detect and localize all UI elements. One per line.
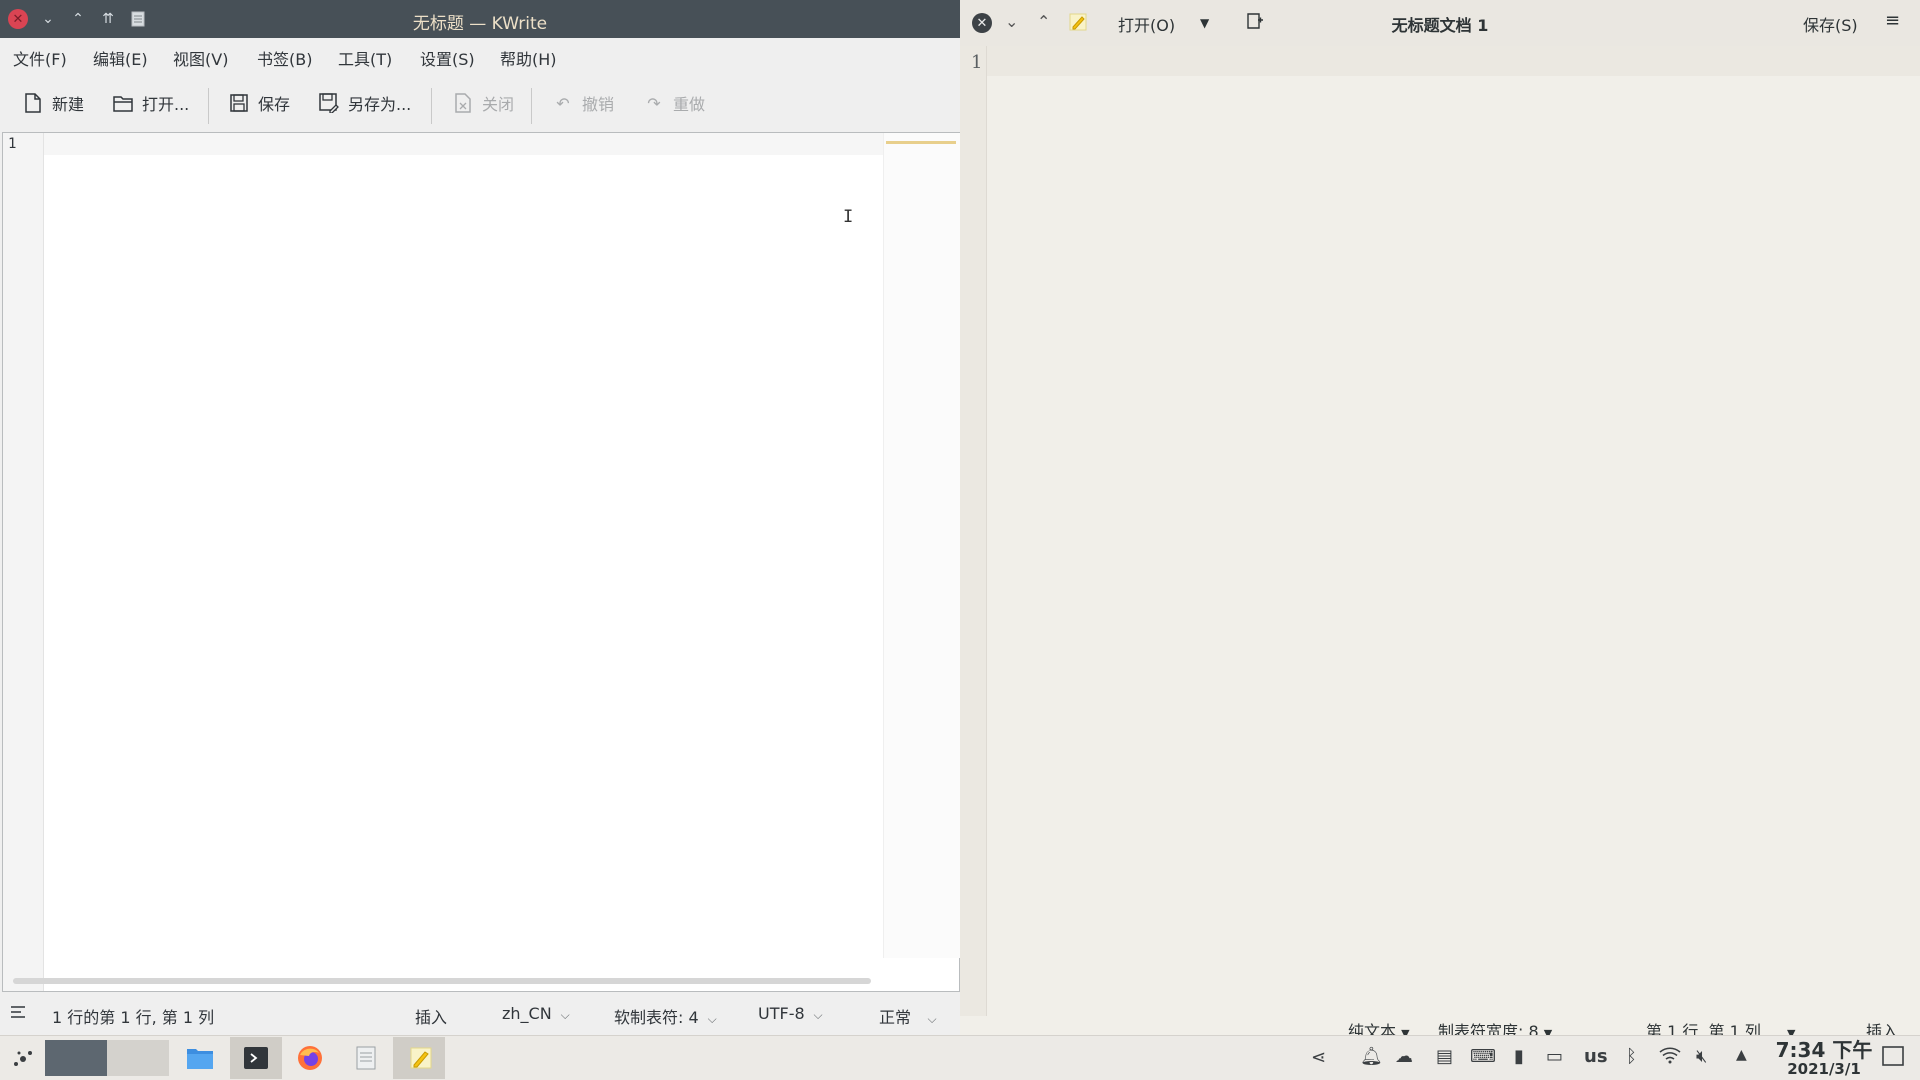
line-number-gutter — [960, 46, 987, 1016]
undo-label: 撤销 — [582, 95, 615, 114]
menu-view[interactable]: 视图(V) — [173, 46, 228, 70]
menu-bar: 文件(F) 编辑(E) 视图(V) 书签(B) 工具(T) 设置(S) 帮助(H… — [0, 38, 960, 72]
toolbar-separator — [431, 88, 432, 124]
gedit-status-bar: 纯文本 ▼ 制表符宽度: 8 ▼ 第 1 行, 第 1 列 ▼ 插入 — [960, 1012, 1920, 1041]
save-label: 保存 — [258, 95, 291, 114]
cloud-sync-icon[interactable]: ☁ — [1395, 1046, 1413, 1067]
bluetooth-icon[interactable]: ᛒ — [1626, 1046, 1637, 1067]
save-button[interactable]: 保存 — [228, 92, 290, 114]
gedit-headerbar: ✕ ⌄ ⌃ 打开(O) ▼ 无标题文档 1 保存(S) ≡ — [960, 0, 1920, 47]
wifi-icon[interactable] — [1658, 1046, 1682, 1069]
input-mode-select[interactable]: 正常 ⌵ — [879, 1004, 937, 1028]
terminal-icon[interactable] — [238, 1042, 274, 1074]
redo-icon: ↷ — [647, 93, 661, 113]
horizontal-scrollbar[interactable] — [13, 978, 871, 984]
status-bar: 1 行的第 1 行, 第 1 列 插入 zh_CN ⌵ 软制表符: 4 ⌵ UT… — [0, 998, 960, 1028]
text-cursor-icon: I — [843, 207, 854, 227]
save-button[interactable]: 保存(S) — [1803, 12, 1858, 36]
dictionary-value: zh_CN — [502, 1004, 552, 1023]
chevron-down-icon: ⌵ — [809, 1008, 823, 1022]
hamburger-menu-icon[interactable]: ≡ — [1885, 10, 1900, 31]
menu-bookmarks[interactable]: 书签(B) — [257, 46, 312, 70]
close-document-icon — [452, 92, 474, 114]
editor-area[interactable]: 1 — [2, 132, 960, 992]
kwrite-titlebar: ✕ ⌄ ⌃ ⇈ 无标题 — KWrite — [0, 0, 960, 38]
indent-value: 软制表符: 4 — [614, 1008, 699, 1027]
undo-icon: ↶ — [556, 93, 570, 113]
kde-connect-icon[interactable]: ⋖ — [1311, 1047, 1326, 1068]
line-number: 1 — [8, 136, 17, 152]
toolbar-separator — [531, 88, 532, 124]
chevron-down-icon: ⌵ — [556, 1008, 570, 1022]
chevron-down-icon: ⌵ — [703, 1012, 717, 1026]
show-hidden-icons-arrow[interactable]: ▲ — [1736, 1047, 1747, 1063]
close-document-button[interactable]: 关闭 — [452, 92, 514, 114]
new-button[interactable]: 新建 — [22, 92, 84, 114]
redo-label: 重做 — [673, 95, 706, 114]
keyboard-layout[interactable]: us — [1584, 1046, 1608, 1067]
undo-button[interactable]: ↶ 撤销 — [552, 92, 615, 115]
virtual-desktop-1[interactable] — [45, 1040, 107, 1076]
document-title: 无标题文档 1 — [1391, 16, 1489, 35]
notifications-icon[interactable]: 🔔︎ — [1360, 1046, 1383, 1067]
open-button[interactable]: 打开... — [112, 92, 189, 114]
menu-settings[interactable]: 设置(S) — [420, 46, 475, 70]
battery-icon[interactable]: ▭ — [1546, 1046, 1563, 1067]
status-menu-icon[interactable] — [10, 1004, 26, 1023]
kwrite-task-icon[interactable] — [348, 1042, 384, 1074]
virtual-desktop-2[interactable] — [107, 1040, 169, 1076]
show-desktop-icon[interactable] — [1882, 1046, 1904, 1071]
window-title: 无标题 — KWrite — [412, 14, 548, 34]
clipboard-icon[interactable]: ▤ — [1436, 1046, 1453, 1067]
minimap-scrollbar[interactable] — [883, 133, 960, 958]
kwrite-window: ✕ ⌄ ⌃ ⇈ 无标题 — KWrite 文件(F) 编辑(E) 视图(V) 书… — [0, 0, 960, 1035]
encoding-select[interactable]: UTF-8 ⌵ — [758, 1004, 823, 1023]
usb-device-icon[interactable]: ▮ — [1514, 1046, 1524, 1067]
save-icon — [228, 92, 250, 114]
save-as-icon — [318, 92, 340, 114]
indent-select[interactable]: 软制表符: 4 ⌵ — [614, 1004, 717, 1028]
new-document-icon — [22, 92, 44, 114]
gedit-task-icon[interactable] — [403, 1042, 439, 1074]
close-label: 关闭 — [482, 95, 515, 114]
file-manager-icon[interactable] — [182, 1042, 218, 1074]
line-number: 1 — [971, 52, 983, 73]
clock-date: 2021/3/1 — [1787, 1060, 1861, 1078]
save-as-label: 另存为... — [348, 95, 412, 114]
cursor-position[interactable]: 1 行的第 1 行, 第 1 列 — [52, 1004, 214, 1028]
toolbar: 新建 打开... 保存 另存为... 关闭 ↶ 撤销 ↷ 重做 — [0, 78, 960, 126]
open-label: 打开... — [142, 95, 190, 114]
gedit-window: ✕ ⌄ ⌃ 打开(O) ▼ 无标题文档 1 保存(S) ≡ 1 纯文本 ▼ 制表… — [960, 0, 1920, 1041]
dictionary-select[interactable]: zh_CN ⌵ — [502, 1004, 570, 1023]
clock[interactable]: 7:34 下午 2021/3/1 — [1764, 1039, 1884, 1078]
input-mode-value: 正常 — [879, 1008, 912, 1027]
current-line-highlight — [987, 46, 1920, 76]
minimap-viewport-marker — [886, 141, 956, 144]
chevron-down-icon: ⌵ — [916, 1012, 937, 1026]
folder-open-icon — [112, 92, 134, 114]
menu-edit[interactable]: 编辑(E) — [93, 46, 148, 70]
volume-muted-icon[interactable]: 🔇︎ — [1696, 1046, 1707, 1067]
current-line-highlight — [44, 133, 884, 155]
new-label: 新建 — [52, 95, 85, 114]
menu-file[interactable]: 文件(F) — [13, 46, 67, 70]
menu-help[interactable]: 帮助(H) — [500, 46, 557, 70]
encoding-value: UTF-8 — [758, 1004, 805, 1023]
redo-button[interactable]: ↷ 重做 — [643, 92, 706, 115]
edit-mode[interactable]: 插入 — [415, 1004, 447, 1028]
line-number-gutter: 1 — [3, 133, 44, 991]
toolbar-separator — [208, 88, 209, 124]
save-as-button[interactable]: 另存为... — [318, 92, 411, 114]
app-launcher-icon[interactable] — [8, 1043, 38, 1075]
keyboard-icon[interactable]: ⌨ — [1470, 1046, 1496, 1067]
clock-time: 7:34 下午 — [1775, 1038, 1873, 1062]
firefox-icon[interactable] — [292, 1042, 328, 1074]
menu-tools[interactable]: 工具(T) — [338, 46, 392, 70]
